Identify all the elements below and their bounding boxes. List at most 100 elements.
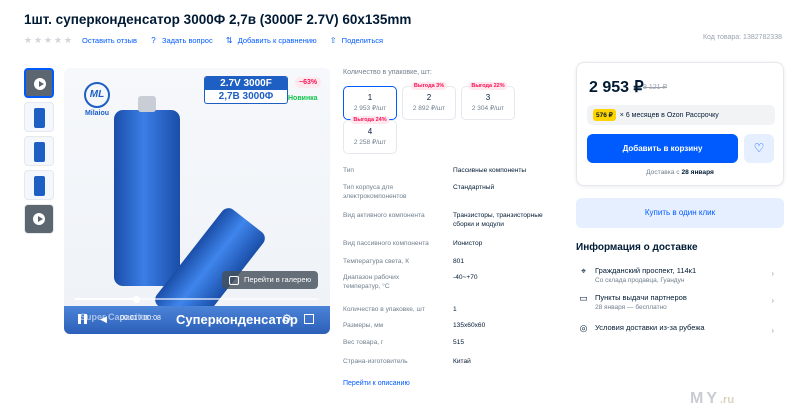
- variant-option[interactable]: Выгода 3% 2 2 892 ₽/шт: [402, 82, 456, 120]
- discount-badge: −63%: [295, 77, 322, 88]
- rating-stars[interactable]: ★ ★ ★ ★ ★: [24, 34, 73, 45]
- spec-value: Китай: [453, 358, 471, 365]
- share-icon: ⇧: [329, 35, 337, 45]
- share-link[interactable]: ⇧ Поделиться: [329, 36, 383, 45]
- delivery-option[interactable]: ◎ Условия доставки из-за рубежа ›: [576, 323, 784, 347]
- variant-unit-price: 2 953 ₽/шт: [353, 105, 387, 112]
- thumbnail-image[interactable]: [24, 170, 54, 200]
- product-code[interactable]: Код товара: 1382782338: [703, 34, 782, 41]
- variant-unit-price: 2 258 ₽/шт: [353, 139, 387, 146]
- spec-value: 801: [453, 258, 465, 265]
- spec-value: 515: [453, 339, 465, 346]
- video-controls: Super Capacitor Суперконденсатор ◀ 00:01…: [64, 306, 330, 334]
- star-icon: ★: [24, 34, 33, 45]
- location-pin-icon: ⌖: [580, 266, 587, 276]
- gallery-icon: [229, 275, 239, 285]
- video-seek-handle[interactable]: [133, 295, 140, 303]
- spec-value: Пассивные компоненты: [453, 167, 527, 174]
- delivery-date: Доставка с 28 января: [577, 169, 783, 176]
- spec-key: Вид пассивного компонента: [343, 240, 429, 247]
- add-to-compare-link[interactable]: ⇅ Добавить к сравнению: [225, 36, 317, 45]
- new-badge: Новинка: [288, 95, 318, 102]
- video-seek-bar[interactable]: [75, 295, 319, 303]
- thumbnail-image[interactable]: [24, 136, 54, 166]
- main-gallery-video[interactable]: ML Milaiou 2.7V 3000F 2,7В 3000Ф −63% Но…: [64, 68, 330, 334]
- variant-discount-badge: Выгода 24%: [350, 116, 390, 124]
- star-icon: ★: [34, 34, 43, 45]
- product-title: 1шт. суперконденсатор 3000Ф 2,7в (3000F …: [24, 12, 412, 27]
- capacitor-thumb-image: [34, 142, 45, 162]
- fullscreen-icon[interactable]: [304, 314, 314, 324]
- video-caption-ru: Суперконденсатор: [176, 312, 298, 327]
- play-icon: [34, 78, 46, 90]
- capacitor-thumb-image: [34, 176, 45, 196]
- add-to-cart-button[interactable]: Добавить в корзину: [587, 134, 738, 163]
- spec-label-top: 2.7V 3000F: [205, 77, 287, 90]
- logo-name: Milaiou: [84, 110, 110, 117]
- review-label: Оставить отзыв: [82, 35, 137, 45]
- compare-icon: ⇅: [225, 35, 233, 45]
- capacitor-thumb-image: [34, 108, 45, 128]
- capacitor-image-large: [114, 96, 180, 286]
- variant-unit-price: 2 304 ₽/шт: [471, 105, 505, 112]
- star-icon: ★: [54, 34, 63, 45]
- favorite-heart-icon[interactable]: ♡: [744, 134, 774, 163]
- spec-key: Вес товара, г: [343, 339, 384, 346]
- spec-label-bottom: 2,7В 3000Ф: [218, 91, 274, 102]
- price: 2 953 ₽: [589, 79, 644, 96]
- compare-label: Добавить к сравнению: [237, 35, 317, 45]
- pause-icon[interactable]: [78, 314, 87, 324]
- go-to-gallery-label: Перейти в галерею: [244, 275, 312, 284]
- delivery-option-title: Гражданский проспект, 114к1: [595, 266, 697, 275]
- delivery-option[interactable]: ⌖ Гражданский проспект, 114к1 Со склада пр…: [576, 266, 784, 290]
- question-label: Задать вопрос: [161, 35, 213, 45]
- leave-review-link[interactable]: Оставить отзыв: [82, 36, 137, 45]
- variant-option[interactable]: Выгода 24% 4 2 258 ₽/шт: [343, 116, 397, 154]
- ask-question-link[interactable]: ? Задать вопрос: [149, 35, 213, 45]
- star-icon: ★: [44, 34, 53, 45]
- spec-value: 135х60х60: [453, 322, 486, 329]
- spec-key: Количество в упаковке, шт: [343, 306, 425, 313]
- variant-discount-badge: Выгода 3%: [410, 82, 448, 90]
- terminal-image: [138, 96, 156, 112]
- spec-key: Тип: [343, 167, 354, 174]
- logo-mark: ML: [84, 82, 110, 108]
- volume-icon[interactable]: ◀: [100, 314, 107, 325]
- spec-key: Страна-изготовитель: [343, 358, 408, 365]
- delivery-prefix: Доставка с: [646, 169, 680, 176]
- delivery-option-title: Условия доставки из-за рубежа: [595, 323, 705, 332]
- video-progress: [75, 298, 136, 300]
- installment-text: × 6 месяцев в Ozon Рассрочку: [619, 111, 719, 119]
- go-to-description-link[interactable]: Перейти к описанию: [343, 380, 410, 387]
- thumbnail-image[interactable]: [24, 102, 54, 132]
- go-to-gallery-button[interactable]: Перейти в галерею: [222, 271, 319, 289]
- watermark: MY.ru: [690, 390, 734, 408]
- installment-offer[interactable]: 576 ₽ × 6 месяцев в Ozon Рассрочку: [587, 105, 775, 125]
- spec-value: Стандартный: [453, 184, 495, 191]
- variant-count: 4: [367, 127, 373, 136]
- delivery-info-title: Информация о доставке: [576, 242, 698, 253]
- variant-option[interactable]: 1 2 953 ₽/шт: [343, 86, 397, 120]
- spec-key: Диапазон рабочих температур, °С: [343, 274, 400, 290]
- variant-unit-price: 2 892 ₽/шт: [412, 105, 446, 112]
- spec-value: 1: [453, 306, 457, 313]
- question-icon: ?: [151, 35, 156, 45]
- spec-value: -40~+70: [453, 274, 478, 281]
- variant-count: 1: [367, 93, 373, 102]
- watermark-suffix: .ru: [720, 394, 735, 406]
- spec-key: Температура света, К: [343, 258, 410, 265]
- spec-key: Тип корпуса для электрокомпонентов: [343, 184, 407, 200]
- spec-key: Вид активного компонента: [343, 212, 425, 219]
- variant-option[interactable]: Выгода 22% 3 2 304 ₽/шт: [461, 82, 515, 120]
- thumbnail-video[interactable]: [24, 204, 54, 234]
- settings-icon[interactable]: ⚙: [282, 312, 292, 325]
- delivery-option-subtitle: Со склада продавца, Гуандун: [595, 277, 685, 284]
- chevron-right-icon: ›: [771, 326, 774, 335]
- buy-one-click-button[interactable]: Купить в один клик: [576, 198, 784, 228]
- delivery-option[interactable]: ▭ Пункты выдачи партнеров 28 января — бесп…: [576, 293, 784, 317]
- product-actions: ★ ★ ★ ★ ★ Оставить отзыв ? Задать вопрос…: [24, 33, 395, 47]
- thumbnail-list: [24, 68, 56, 238]
- star-icon: ★: [64, 34, 73, 45]
- old-price: 8 121 ₽: [643, 84, 667, 91]
- thumbnail-video[interactable]: [24, 68, 54, 98]
